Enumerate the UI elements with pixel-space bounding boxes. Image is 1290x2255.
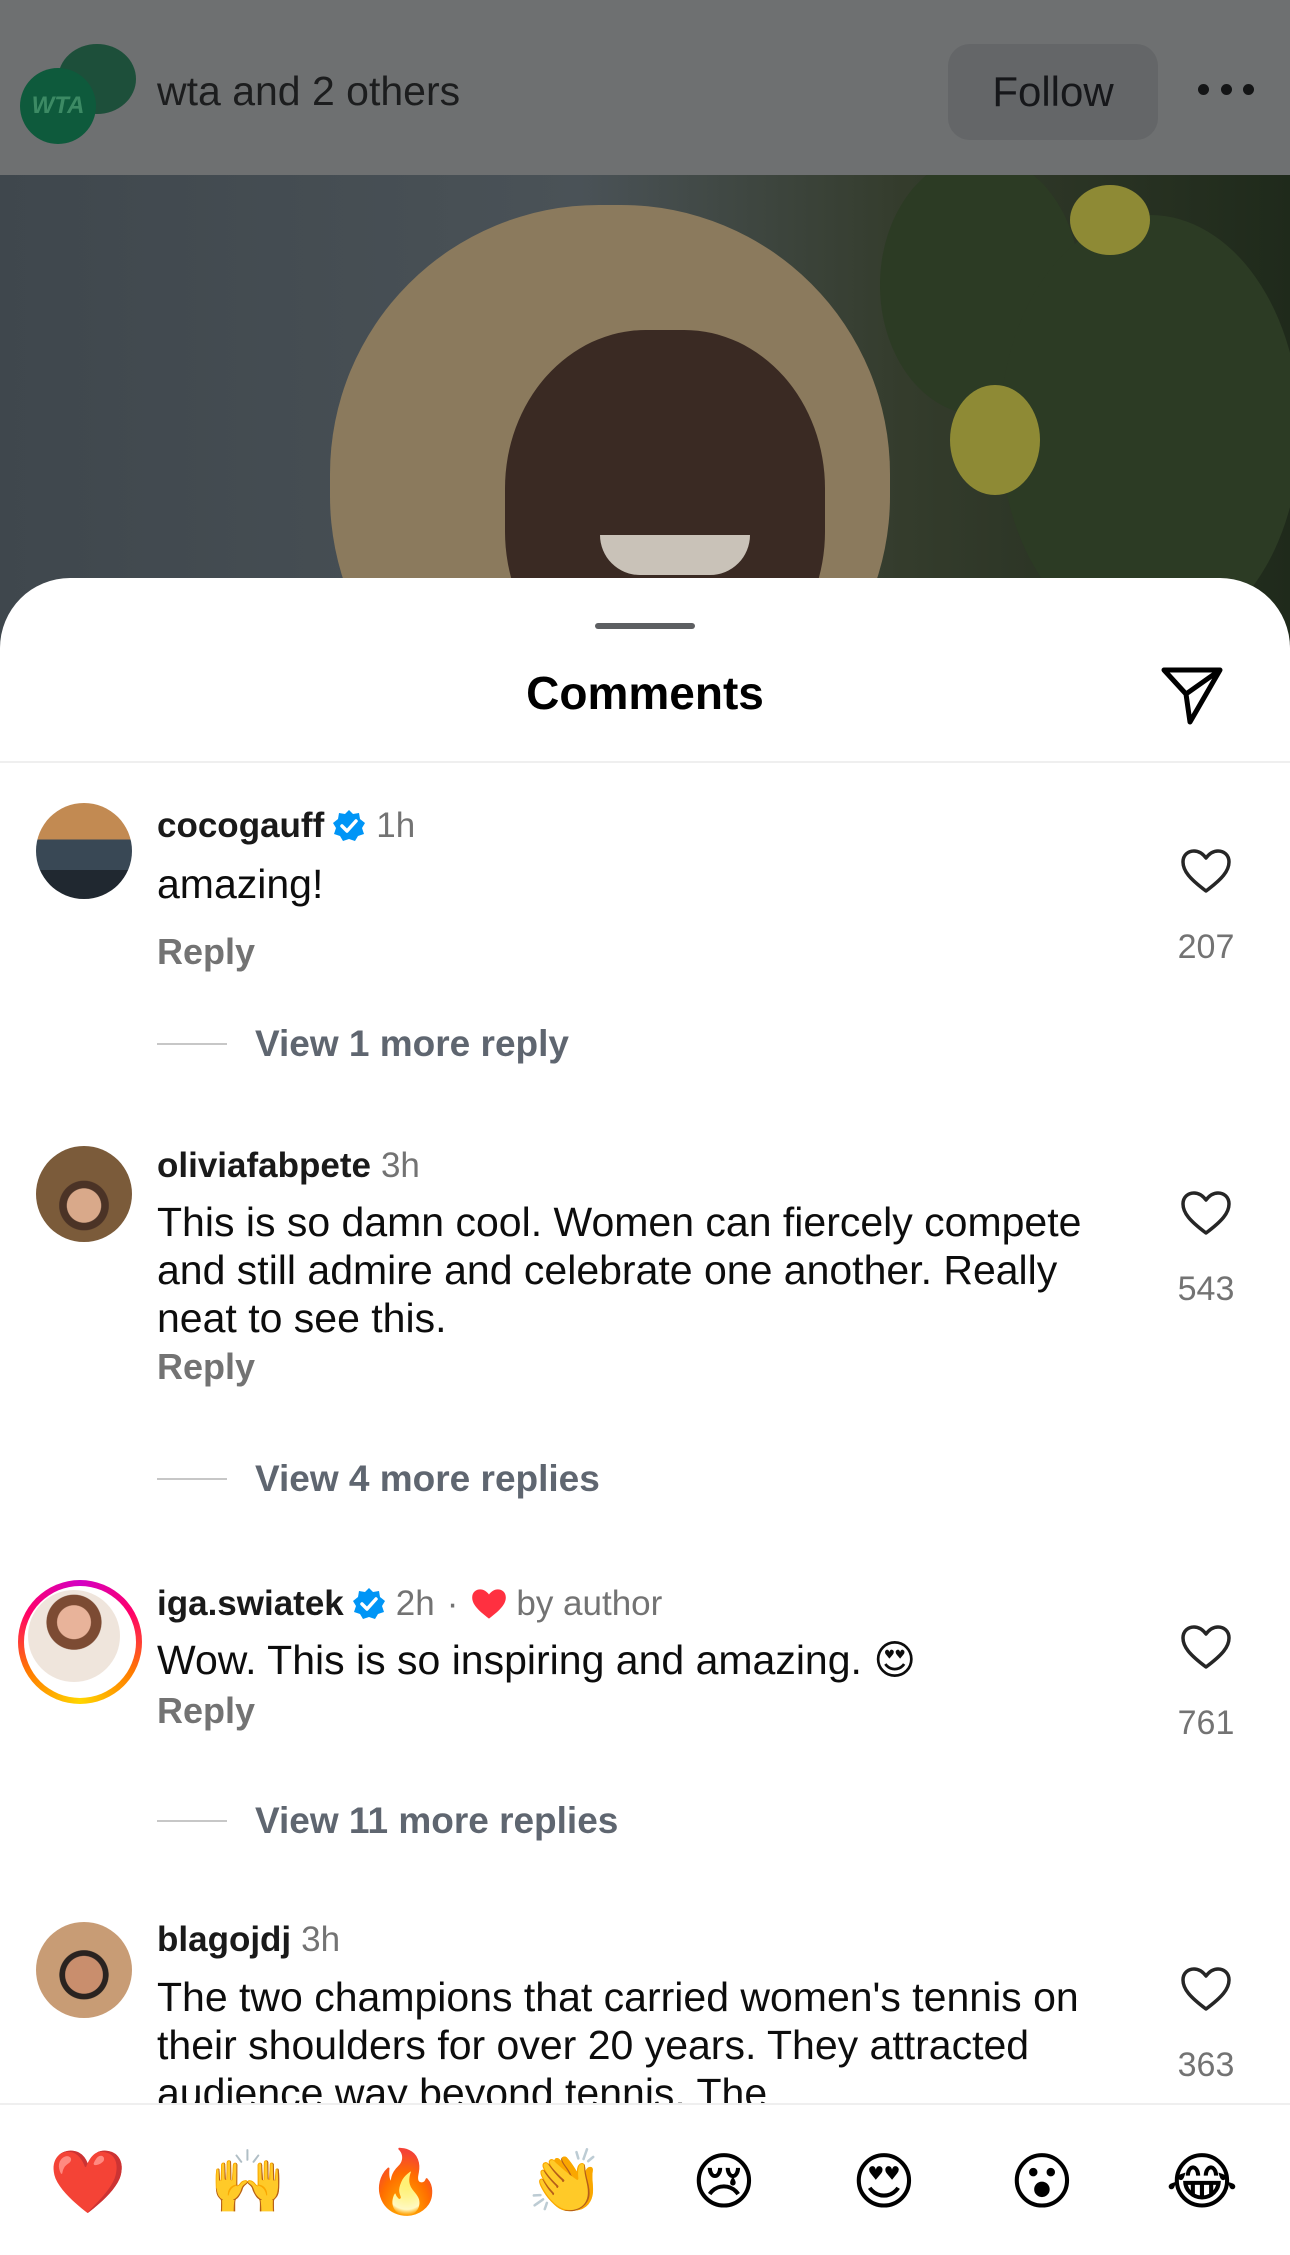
more-icon[interactable] bbox=[1198, 84, 1254, 98]
view-more-replies[interactable]: View 11 more replies bbox=[157, 1800, 618, 1842]
reply-button[interactable]: Reply bbox=[157, 1346, 255, 1388]
avatar[interactable] bbox=[36, 1922, 132, 2018]
view-more-replies[interactable]: View 1 more reply bbox=[157, 1023, 569, 1065]
comment-text: This is so damn cool. Women can fiercely… bbox=[157, 1199, 1082, 1341]
reaction-crying-face[interactable]: 😢 bbox=[684, 2143, 764, 2223]
liked-by-author-heart-icon bbox=[472, 1589, 507, 1619]
comment-text: amazing! bbox=[157, 861, 324, 907]
avatar bbox=[28, 1590, 120, 1682]
story-ring-avatar[interactable] bbox=[18, 1580, 142, 1704]
comment-username[interactable]: blagojdj bbox=[157, 1920, 291, 1960]
reaction-fire[interactable]: 🔥 bbox=[366, 2143, 446, 2223]
reaction-clapping-hands[interactable]: 👏 bbox=[526, 2143, 606, 2223]
reaction-tears-of-joy[interactable]: 😂 bbox=[1162, 2143, 1242, 2223]
avatar[interactable] bbox=[36, 803, 132, 899]
heart-icon[interactable] bbox=[1180, 1624, 1232, 1670]
heart-icon[interactable] bbox=[1180, 1966, 1232, 2012]
thread-line bbox=[157, 1820, 227, 1822]
view-more-label: View 4 more replies bbox=[255, 1458, 600, 1499]
emoji-reaction-bar: ❤️ 🙌 🔥 👏 😢 😍 😮 😂 bbox=[0, 2103, 1290, 2255]
avatar[interactable] bbox=[36, 1146, 132, 1242]
reaction-heart-eyes[interactable]: 😍 bbox=[844, 2143, 924, 2223]
wta-logo[interactable]: WTA bbox=[20, 44, 136, 144]
heart-icon[interactable] bbox=[1180, 1190, 1232, 1236]
meta-separator: · bbox=[446, 1584, 459, 1623]
sheet-divider bbox=[0, 761, 1290, 763]
comment-text: Wow. This is so inspiring and amazing. 😍 bbox=[157, 1637, 917, 1683]
thread-line bbox=[157, 1478, 227, 1480]
comment-text: The two champions that carried women's t… bbox=[157, 1974, 1079, 2103]
thread-line bbox=[157, 1043, 227, 1045]
liked-by-author-label: by author bbox=[516, 1584, 663, 1623]
post-owner[interactable]: wta and 2 others bbox=[157, 68, 460, 115]
heart-icon[interactable] bbox=[1180, 848, 1232, 894]
comment-time: 2h bbox=[395, 1584, 435, 1623]
comment-meta: blagojdj 3h bbox=[157, 1920, 340, 1960]
sheet-grabber[interactable] bbox=[595, 623, 695, 629]
follow-button[interactable]: Follow bbox=[948, 44, 1158, 140]
like-count: 543 bbox=[1177, 1270, 1235, 1308]
reaction-surprised-face[interactable]: 😮 bbox=[1002, 2143, 1082, 2223]
view-more-label: View 11 more replies bbox=[255, 1800, 619, 1841]
reaction-raised-hands[interactable]: 🙌 bbox=[208, 2143, 288, 2223]
comment-username[interactable]: iga.swiatek bbox=[157, 1584, 344, 1624]
comment-username[interactable]: cocogauff bbox=[157, 806, 324, 846]
sheet-title: Comments bbox=[526, 667, 764, 719]
verified-icon bbox=[352, 1588, 385, 1619]
logo-text: WTA bbox=[20, 68, 96, 144]
comment-meta: cocogauff 1h bbox=[157, 806, 415, 846]
post-header: WTA wta and 2 others Follow bbox=[0, 0, 1290, 175]
like-count: 761 bbox=[1177, 1704, 1235, 1742]
view-more-replies[interactable]: View 4 more replies bbox=[157, 1458, 600, 1500]
send-icon[interactable] bbox=[1160, 664, 1224, 728]
like-count: 207 bbox=[1177, 928, 1235, 966]
reaction-red-heart[interactable]: ❤️ bbox=[48, 2143, 128, 2223]
post-video bbox=[0, 175, 1290, 645]
reply-button[interactable]: Reply bbox=[157, 1690, 255, 1732]
verified-icon bbox=[333, 810, 366, 841]
comment-time: 3h bbox=[380, 1146, 420, 1185]
comment-time: 1h bbox=[376, 806, 416, 845]
like-count: 363 bbox=[1177, 2046, 1235, 2084]
comment-meta: iga.swiatek 2h · by author bbox=[157, 1584, 662, 1624]
comment-username[interactable]: oliviafabpete bbox=[157, 1146, 371, 1186]
reply-button[interactable]: Reply bbox=[157, 931, 255, 973]
comment-meta: oliviafabpete 3h bbox=[157, 1146, 420, 1186]
person-smile bbox=[600, 535, 750, 575]
comment-time: 3h bbox=[301, 1920, 341, 1959]
comments-sheet: Comments cocogauff 1h amazing! Reply 207… bbox=[0, 578, 1290, 2253]
view-more-label: View 1 more reply bbox=[255, 1023, 569, 1064]
